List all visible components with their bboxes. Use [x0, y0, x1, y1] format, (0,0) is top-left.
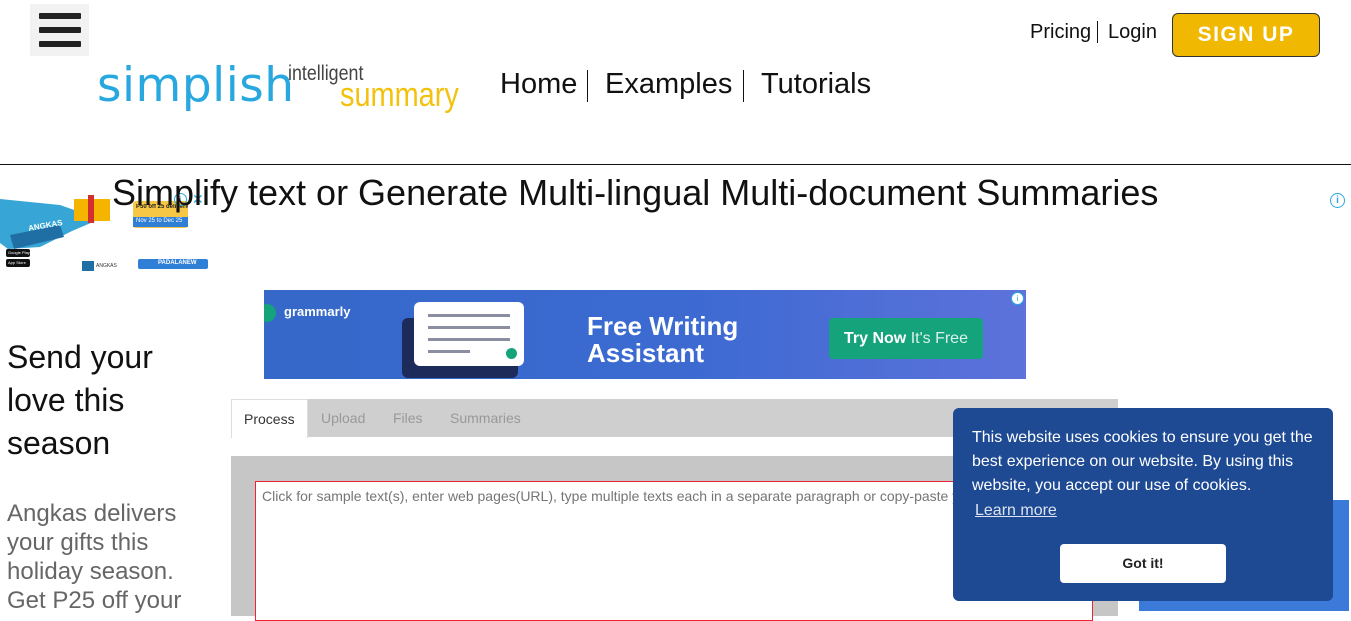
cta-light: It's Free [910, 330, 968, 347]
page-title: Simplify text or Generate Multi-lingual … [112, 172, 1159, 213]
grammarly-brand: grammarly [284, 304, 351, 319]
nav-home[interactable]: Home [500, 68, 577, 101]
signup-button[interactable]: SIGN UP [1172, 13, 1320, 57]
tab-process[interactable]: Process [231, 399, 308, 438]
ad-info-icon[interactable]: i [1330, 193, 1345, 208]
topnav-divider [1097, 21, 1098, 43]
app-store-badge[interactable]: App Store [8, 260, 26, 265]
nav-divider [587, 70, 588, 102]
logo-simplish[interactable]: simplish [97, 58, 295, 113]
ad-info-icon[interactable]: i [1011, 292, 1024, 305]
google-play-badge[interactable]: Google Play [8, 250, 30, 255]
grammarly-title-line2: Assistant [587, 338, 705, 368]
tab-files[interactable]: Files [381, 399, 435, 437]
tab-summaries[interactable]: Summaries [438, 399, 533, 437]
login-link[interactable]: Login [1108, 21, 1157, 44]
nav-tutorials[interactable]: Tutorials [761, 68, 871, 101]
grammarly-logo-icon [264, 304, 276, 322]
pricing-link[interactable]: Pricing [1030, 21, 1091, 44]
grammarly-banner-ad[interactable]: grammarly Free Writing Assistant Try Now… [264, 290, 1026, 379]
menu-bar-icon [39, 41, 81, 47]
tab-upload[interactable]: Upload [309, 399, 377, 437]
menu-bar-icon [39, 13, 81, 19]
menu-bar-icon [39, 27, 81, 33]
hamburger-menu-button[interactable] [30, 4, 89, 56]
nav-examples[interactable]: Examples [605, 68, 732, 101]
got-it-button[interactable]: Got it! [1060, 544, 1226, 583]
nav-divider [743, 70, 744, 102]
cta-bold: Try Now [844, 330, 907, 347]
sidebar-ad-headline[interactable]: Send your love this season [7, 336, 207, 465]
cookie-consent-banner: This website uses cookies to ensure you … [953, 408, 1333, 601]
cookie-message: This website uses cookies to ensure you … [972, 429, 1313, 494]
header-divider [0, 164, 1351, 165]
learn-more-link[interactable]: Learn more [975, 502, 1057, 520]
grammarly-cta-button[interactable]: Try Now It's Free [829, 318, 983, 359]
logo-summary: summary [340, 76, 459, 114]
sidebar-ad-body[interactable]: Angkas delivers your gifts this holiday … [7, 499, 207, 615]
angkas-code-text: PADALANEW [158, 260, 197, 266]
angkas-small-logo-text: ANGKAS [96, 263, 117, 269]
angkas-dates-text: Nov 25 to Dec 25 [136, 218, 183, 224]
doc-card-graphic [414, 302, 524, 366]
grammarly-title-line1: Free Writing [587, 311, 739, 341]
